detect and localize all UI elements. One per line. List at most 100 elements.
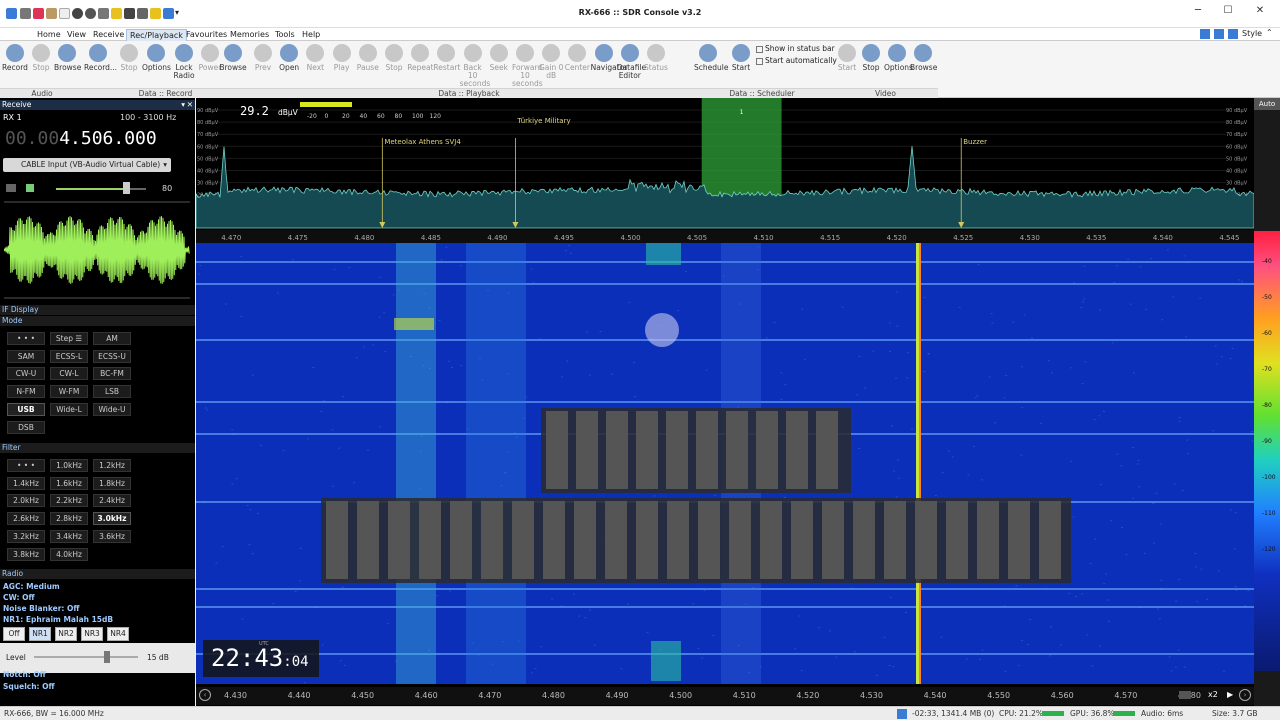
checkbox-icon[interactable] (756, 46, 763, 53)
checkbox-icon[interactable] (756, 58, 763, 65)
filter-1-8khz-button[interactable]: 1.8kHz (93, 477, 131, 490)
mode-cw-l-button[interactable]: CW-L (50, 367, 88, 380)
playback-navigator-button[interactable]: Navigator (591, 44, 617, 92)
layout2-icon[interactable] (1214, 29, 1224, 39)
notch-setting[interactable]: Notch: Off (3, 670, 46, 679)
playback-restart-button[interactable]: Restart (433, 44, 459, 92)
filter-dots-button[interactable]: • • • (7, 459, 45, 472)
menu-tab-tools[interactable]: Tools (272, 29, 298, 41)
layout-icon[interactable] (1200, 29, 1210, 39)
record-stop-button[interactable]: Stop (115, 44, 143, 92)
filter-1-4khz-button[interactable]: 1.4kHz (7, 477, 45, 490)
video-browse-button[interactable]: Browse (910, 44, 936, 92)
menu-tab-home[interactable]: Home (34, 29, 64, 41)
scheduler-check-show-in-status-bar[interactable]: Show in status bar (756, 44, 835, 53)
menu-tab-help[interactable]: Help (299, 29, 323, 41)
playback-prev-button[interactable]: Prev (250, 44, 276, 92)
level-slider[interactable] (34, 656, 138, 658)
mode-step-button[interactable]: Step ☰ (50, 332, 88, 345)
playback-back-10-seconds-button[interactable]: Back 10 seconds (460, 44, 486, 92)
nr-nr4-button[interactable]: NR4 (107, 627, 129, 641)
record-browse-button[interactable]: Browse (219, 44, 247, 92)
mode-usb-button[interactable]: USB (7, 403, 45, 416)
filter-1-2khz-button[interactable]: 1.2kHz (93, 459, 131, 472)
filter-4-0khz-button[interactable]: 4.0kHz (50, 548, 88, 561)
playback-seek-button[interactable]: Seek (486, 44, 512, 92)
filter-3-2khz-button[interactable]: 3.2kHz (7, 530, 45, 543)
mode-wide-l-button[interactable]: Wide-L (50, 403, 88, 416)
pin-icon[interactable]: ▾ (181, 100, 185, 110)
color-scale[interactable]: Auto -40 -50 -60 -70 -80 -90 -100 -110 -120 (1254, 98, 1280, 706)
menu-tab-view[interactable]: View (64, 29, 89, 41)
mode-wide-u-button[interactable]: Wide-U (93, 403, 131, 416)
mode-cw-u-button[interactable]: CW-U (7, 367, 45, 380)
record-record-button[interactable]: Record... (84, 44, 112, 92)
scheduler-check-start-automatically[interactable]: Start automatically (756, 56, 837, 65)
nr-nr1-button[interactable]: NR1 (29, 627, 51, 641)
mode-sam-button[interactable]: SAM (7, 350, 45, 363)
cw-setting[interactable]: CW: Off (3, 593, 35, 602)
record-options-button[interactable]: Options (142, 44, 170, 92)
waterfall-display[interactable] (196, 243, 1254, 684)
speaker-icon[interactable] (26, 184, 34, 192)
noise-reduction-setting[interactable]: NR1: Ephraim Malah 15dB (3, 615, 113, 624)
filter-2-4khz-button[interactable]: 2.4kHz (93, 494, 131, 507)
filter-3-0khz-button[interactable]: 3.0kHz (93, 512, 131, 525)
style-menu[interactable]: Style (1242, 29, 1262, 38)
mode-w-fm-button[interactable]: W-FM (50, 385, 88, 398)
playback-gain-0-db-button[interactable]: Gain 0 dB (538, 44, 564, 92)
minimize-icon[interactable]: ─ (1188, 4, 1208, 18)
maximize-icon[interactable]: ☐ (1218, 4, 1238, 18)
filter-3-6khz-button[interactable]: 3.6kHz (93, 530, 131, 543)
filter-2-6khz-button[interactable]: 2.6kHz (7, 512, 45, 525)
waterfall-freq-axis[interactable]: ‹ 4.430 4.440 4.450 4.460 4.470 4.480 4.490 4.5… (196, 687, 1254, 705)
playback-forward-10-seconds-button[interactable]: Forward 10 seconds (512, 44, 538, 92)
filter-2-2khz-button[interactable]: 2.2kHz (50, 494, 88, 507)
volume-handle[interactable] (123, 182, 130, 194)
playback-repeat-button[interactable]: Repeat (407, 44, 433, 92)
playback-datafile-editor-button[interactable]: Datafile Editor (617, 44, 643, 92)
playback-next-button[interactable]: Next (302, 44, 328, 92)
mode-am-button[interactable]: AM (93, 332, 131, 345)
scroll-right-icon[interactable]: › (1239, 689, 1251, 701)
record-lock-radio-button[interactable]: Lock Radio (170, 44, 198, 92)
filter-3-8khz-button[interactable]: 3.8kHz (7, 548, 45, 561)
mode-ecss-l-button[interactable]: ECSS-L (50, 350, 88, 363)
menu-tab-rec-playback[interactable]: Rec/Playback (126, 29, 187, 41)
scroll-left-icon[interactable]: ‹ (199, 689, 211, 701)
playback-center-button[interactable]: Center (564, 44, 590, 92)
mode-dots-button[interactable]: • • • (7, 332, 45, 345)
spectrum-plot[interactable]: 90 dBµV 90 dBµV 80 dBµV 80 dBµV 70 dBµV 70 dB… (196, 98, 1254, 243)
menu-tab-memories[interactable]: Memories (227, 29, 272, 41)
auto-button[interactable]: Auto (1254, 98, 1280, 110)
zoom-grid-icon[interactable] (1179, 691, 1191, 699)
video-stop-button[interactable]: Stop (858, 44, 884, 92)
level-handle[interactable] (104, 651, 110, 663)
frequency-display[interactable]: 00.004.506.000 (5, 128, 157, 149)
if-display-header[interactable]: IF Display (0, 305, 195, 315)
menu-tab-receive[interactable]: Receive (90, 29, 127, 41)
filter-3-4khz-button[interactable]: 3.4kHz (50, 530, 88, 543)
scheduler-start-button[interactable]: Start (727, 44, 755, 92)
nr-off-button[interactable]: Off (3, 627, 25, 641)
zoom-level[interactable]: x2 (1208, 690, 1218, 699)
station-marker-buzzer[interactable]: Buzzer (963, 138, 987, 146)
playback-status-button[interactable]: Status (643, 44, 669, 92)
menu-tab-favourites[interactable]: Favourites (183, 29, 230, 41)
mode-n-fm-button[interactable]: N-FM (7, 385, 45, 398)
video-options-button[interactable]: Options (884, 44, 910, 92)
help-toggle-icon[interactable]: ⌃ (1266, 28, 1273, 37)
playback-play-button[interactable]: Play (329, 44, 355, 92)
mode-bc-fm-button[interactable]: BC-FM (93, 367, 131, 380)
station-marker-t-rkiye-military[interactable]: Türkiye Military (516, 117, 570, 125)
panel-close-icon[interactable]: ✕ (187, 100, 193, 110)
video-start-button[interactable]: Start (834, 44, 860, 92)
filter-2-8khz-button[interactable]: 2.8kHz (50, 512, 88, 525)
filter-2-0khz-button[interactable]: 2.0kHz (7, 494, 45, 507)
noise-blanker-setting[interactable]: Noise Blanker: Off (3, 604, 79, 613)
playback-pause-button[interactable]: Pause (355, 44, 381, 92)
station-marker-meteolax-athens-svj4[interactable]: Meteolax Athens SVJ4 (384, 138, 461, 146)
audio-input-select[interactable]: CABLE Input (VB-Audio Virtual Cable) ▾ (3, 158, 171, 172)
mode-lsb-button[interactable]: LSB (93, 385, 131, 398)
play-arrow-icon[interactable]: ▶ (1227, 690, 1233, 699)
